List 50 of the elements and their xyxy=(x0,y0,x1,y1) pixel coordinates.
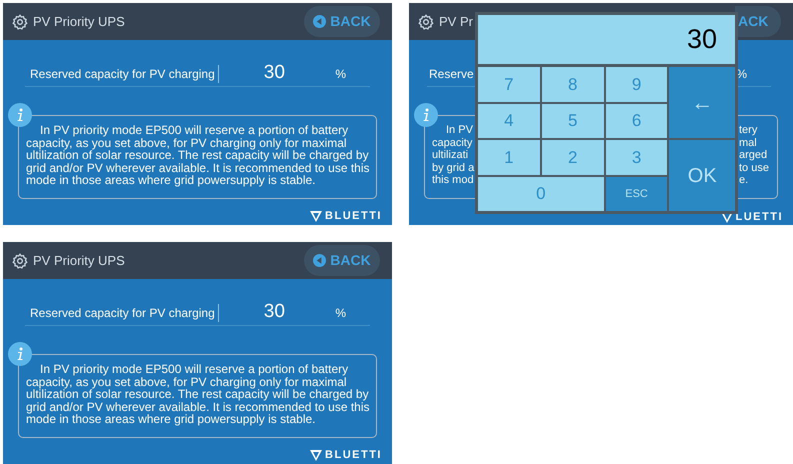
info-text-fragment: tery xyxy=(739,124,758,136)
keypad-key[interactable]: 0 xyxy=(478,176,604,211)
keypad-key[interactable]: OK xyxy=(669,140,735,211)
info-text-fragment: by grid a xyxy=(432,162,475,174)
keypad-key[interactable]: 1 xyxy=(478,140,540,174)
info-text-fragment: In PV xyxy=(445,124,474,136)
keypad-key[interactable]: 8 xyxy=(542,67,604,102)
keypad-key[interactable]: 3 xyxy=(606,140,668,174)
keypad-display: 30 xyxy=(478,15,735,64)
v-logo-icon xyxy=(310,450,322,461)
capacity-value[interactable]: 30 xyxy=(264,59,285,88)
info-icon xyxy=(8,103,32,127)
screen-title: PV Priority UPS xyxy=(33,12,125,31)
screen-title: PV Priority UPS xyxy=(33,252,125,270)
setting-label: Reserve xyxy=(429,66,474,82)
v-logo-icon xyxy=(310,211,322,222)
info-text-fragment: to use xyxy=(739,162,770,174)
info-text-fragment: mal xyxy=(739,136,758,149)
settings-icon xyxy=(418,14,434,30)
info-text-fragment: this mod xyxy=(432,174,475,186)
back-button[interactable]: ACK xyxy=(735,6,781,37)
capacity-value[interactable]: 30 xyxy=(264,298,285,327)
keypad-key[interactable]: ESC xyxy=(606,176,668,211)
screen-title: PV Pr xyxy=(439,12,473,31)
settings-icon xyxy=(12,252,28,268)
back-button[interactable]: BACK xyxy=(304,245,380,276)
keypad-key[interactable]: 5 xyxy=(542,104,604,138)
info-text: In PV priority mode EP500 will reserve a portion of battery capacity, as you set above, for PV charging only for maximal ultilization of solar resource. The rest capacity will be charged by grid and/or PV wherever available. It is recommended to use this mode in those areas where grid powersupply is stable. xyxy=(26,363,370,426)
keypad-key[interactable]: 9 xyxy=(606,67,668,102)
keypad-key[interactable]: 7 xyxy=(478,67,540,102)
setting-label: Reserved capacity for PV charging xyxy=(30,304,215,322)
info-icon xyxy=(414,103,438,127)
keypad-key[interactable]: 6 xyxy=(606,104,668,138)
settings-icon xyxy=(12,14,28,30)
info-text-fragment: ultilizati xyxy=(432,149,470,162)
brand-logo: LUETTI xyxy=(736,212,783,223)
setting-label: Reserved capacity for PV charging xyxy=(30,66,215,82)
info-text-fragment: e. xyxy=(739,174,750,186)
info-text: In PV priority mode EP500 will reserve a portion of battery capacity, as you set above, for PV charging only for maximal ultilization of solar resource. The rest capacity will be charged by grid and/or PV wherever available. It is recommended to use this mode in those areas where grid powersupply is stable. xyxy=(26,124,370,186)
keypad-key[interactable]: 4 xyxy=(478,104,540,138)
info-text-fragment: arged xyxy=(739,149,768,162)
keypad-key[interactable]: 2 xyxy=(542,140,604,174)
brand-logo: BLUETTI xyxy=(325,211,382,222)
back-button[interactable]: BACK xyxy=(304,6,380,37)
info-text-fragment: capacity xyxy=(432,136,474,149)
percent-unit: % xyxy=(335,304,346,322)
keypad-key[interactable]: ← xyxy=(669,67,735,138)
percent-unit: % xyxy=(335,66,346,82)
brand-logo: BLUETTI xyxy=(325,450,382,461)
info-icon xyxy=(8,342,32,366)
